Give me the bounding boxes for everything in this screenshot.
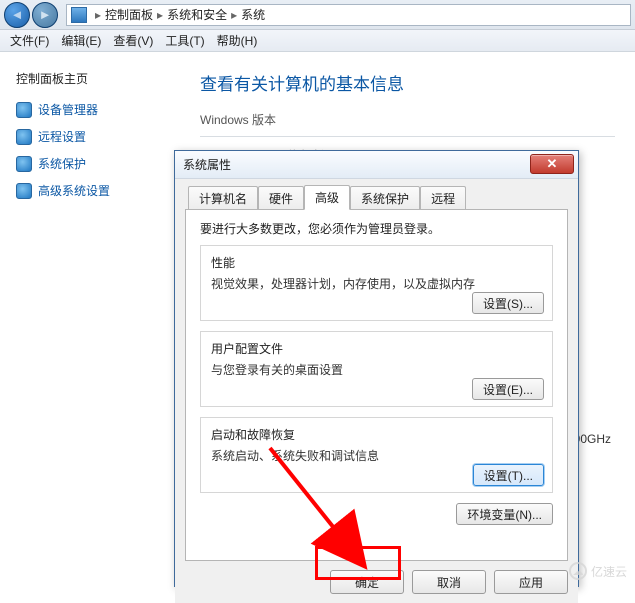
menu-file[interactable]: 文件(F) (4, 30, 55, 51)
tab-strip: 计算机名 硬件 高级 系统保护 远程 (185, 185, 568, 209)
close-button[interactable]: ✕ (530, 154, 574, 174)
menu-bar: 文件(F) 编辑(E) 查看(V) 工具(T) 帮助(H) (0, 30, 635, 52)
dialog-body: 计算机名 硬件 高级 系统保护 远程 要进行大多数更改，您必须作为管理员登录。 … (175, 179, 578, 561)
group-title: 性能 (211, 254, 542, 271)
chevron-right-icon: ▸ (231, 8, 237, 22)
breadcrumb-item[interactable]: 控制面板 (105, 6, 153, 23)
group-desc: 与您登录有关的桌面设置 (211, 361, 542, 378)
shield-icon (16, 102, 32, 118)
performance-settings-button[interactable]: 设置(S)... (472, 292, 544, 314)
cancel-button[interactable]: 取消 (412, 570, 486, 594)
menu-edit[interactable]: 编辑(E) (55, 30, 107, 51)
group-title: 用户配置文件 (211, 340, 542, 357)
env-row: 环境变量(N)... (200, 503, 553, 525)
dialog-title-text: 系统属性 (183, 156, 231, 173)
page-title: 查看有关计算机的基本信息 (200, 70, 615, 95)
shield-icon (16, 183, 32, 199)
group-user-profiles: 用户配置文件 与您登录有关的桌面设置 设置(E)... (200, 331, 553, 407)
tab-computer-name[interactable]: 计算机名 (188, 186, 258, 210)
chevron-right-icon: ▸ (157, 8, 163, 22)
control-panel-icon (71, 7, 87, 23)
startup-settings-button[interactable]: 设置(T)... (473, 464, 544, 486)
sidebar-link-system-protection[interactable]: 系统保护 (16, 155, 180, 172)
tab-panel-advanced: 要进行大多数更改，您必须作为管理员登录。 性能 视觉效果，处理器计划，内存使用，… (185, 209, 568, 561)
dialog-button-row: 确定 取消 应用 (175, 561, 578, 603)
nav-forward-button[interactable]: ► (32, 2, 58, 28)
menu-view[interactable]: 查看(V) (107, 30, 159, 51)
breadcrumb[interactable]: ▸ 控制面板 ▸ 系统和安全 ▸ 系统 (66, 4, 631, 26)
admin-tip-text: 要进行大多数更改，您必须作为管理员登录。 (200, 220, 553, 237)
sidebar-link-advanced-system-settings[interactable]: 高级系统设置 (16, 182, 180, 199)
chevron-right-icon: ▸ (95, 8, 101, 22)
cloud-icon: ☁ (569, 562, 587, 580)
tab-advanced[interactable]: 高级 (304, 185, 350, 210)
shield-icon (16, 156, 32, 172)
tab-hardware[interactable]: 硬件 (258, 186, 304, 210)
profile-settings-button[interactable]: 设置(E)... (472, 378, 544, 400)
shield-icon (16, 129, 32, 145)
group-title: 启动和故障恢复 (211, 426, 542, 443)
tab-remote[interactable]: 远程 (420, 186, 466, 210)
group-performance: 性能 视觉效果，处理器计划，内存使用，以及虚拟内存 设置(S)... (200, 245, 553, 321)
environment-variables-button[interactable]: 环境变量(N)... (456, 503, 553, 525)
group-desc: 视觉效果，处理器计划，内存使用，以及虚拟内存 (211, 275, 542, 292)
sidebar-link-remote-settings[interactable]: 远程设置 (16, 128, 180, 145)
ok-button[interactable]: 确定 (330, 570, 404, 594)
breadcrumb-item[interactable]: 系统和安全 (167, 6, 227, 23)
system-properties-dialog: 系统属性 ✕ 计算机名 硬件 高级 系统保护 远程 要进行大多数更改，您必须作为… (174, 150, 579, 587)
sidebar-link-device-manager[interactable]: 设备管理器 (16, 101, 180, 118)
menu-tools[interactable]: 工具(T) (159, 30, 210, 51)
address-bar: ◄ ► ▸ 控制面板 ▸ 系统和安全 ▸ 系统 (0, 0, 635, 30)
dialog-titlebar[interactable]: 系统属性 ✕ (175, 151, 578, 179)
breadcrumb-item[interactable]: 系统 (241, 6, 265, 23)
tab-system-protection[interactable]: 系统保护 (350, 186, 420, 210)
menu-help[interactable]: 帮助(H) (211, 30, 264, 51)
control-panel-home-link[interactable]: 控制面板主页 (16, 70, 180, 87)
group-startup-recovery: 启动和故障恢复 系统启动、系统失败和调试信息 设置(T)... (200, 417, 553, 493)
apply-button[interactable]: 应用 (494, 570, 568, 594)
group-desc: 系统启动、系统失败和调试信息 (211, 447, 542, 464)
left-pane: 控制面板主页 设备管理器 远程设置 系统保护 高级系统设置 (0, 52, 180, 588)
section-windows-edition: Windows 版本 (200, 111, 615, 128)
watermark: ☁ 亿速云 (569, 562, 627, 580)
divider (200, 136, 615, 137)
nav-back-button[interactable]: ◄ (4, 2, 30, 28)
